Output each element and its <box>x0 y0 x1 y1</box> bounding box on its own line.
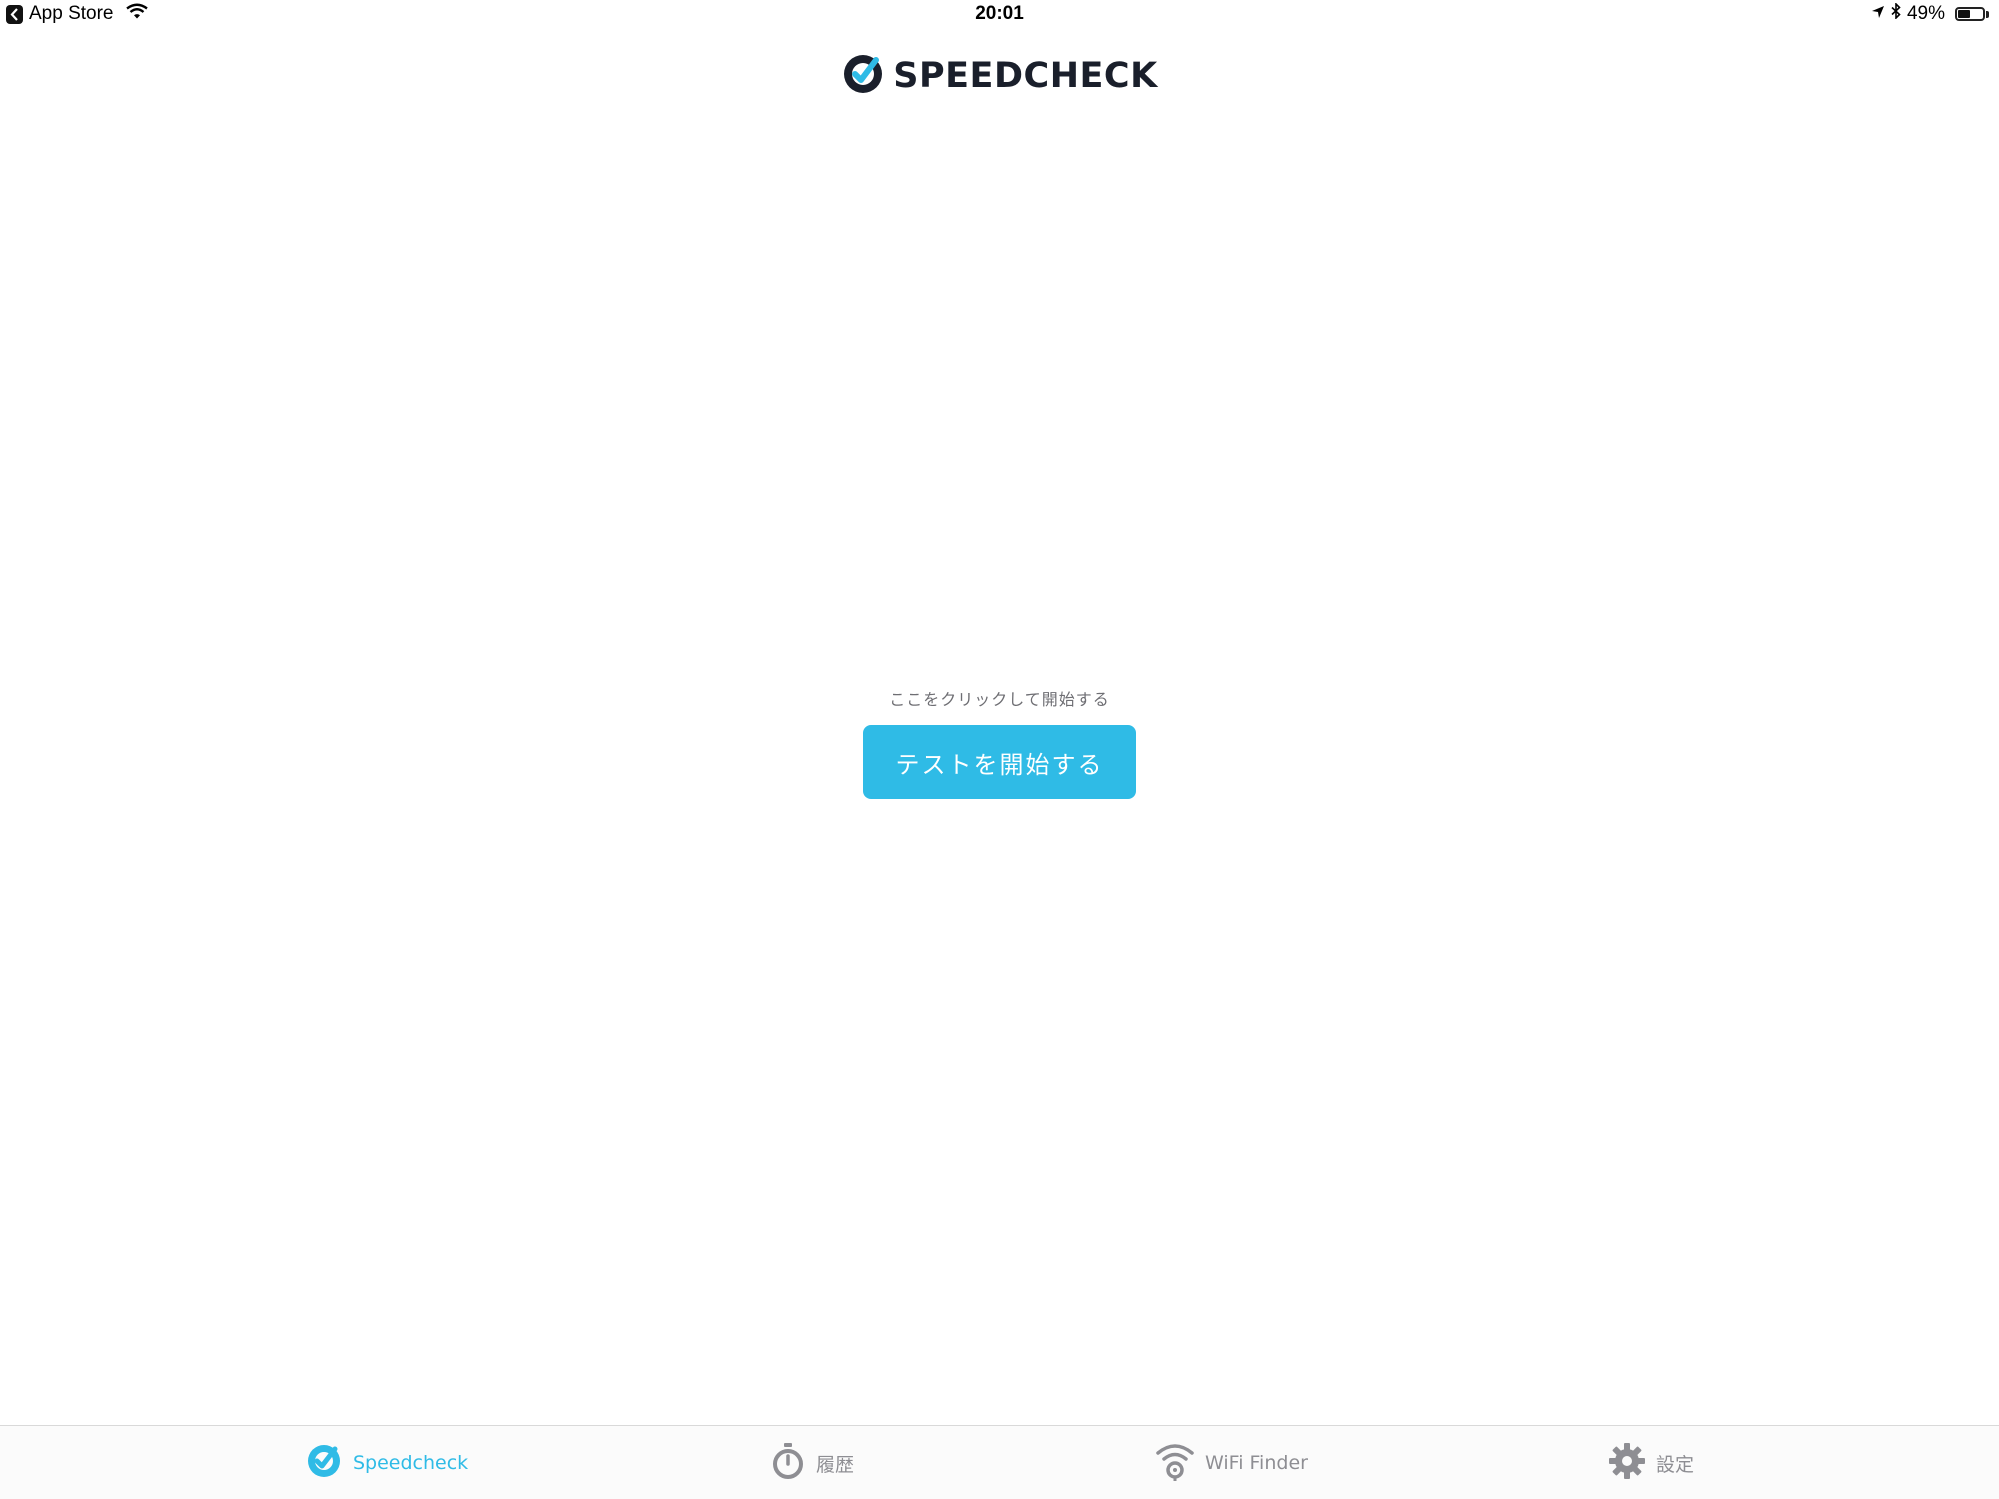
clock: 20:01 <box>975 3 1024 24</box>
tab-label: WiFi Finder <box>1205 1452 1308 1474</box>
tab-label: 設定 <box>1656 1453 1695 1476</box>
gear-icon <box>1608 1442 1646 1484</box>
location-arrow-icon <box>1871 3 1885 25</box>
logo-text: SPEEDCHECK <box>893 56 1158 96</box>
speedcheck-icon <box>305 1442 343 1484</box>
start-hint: ここをクリックして開始する <box>889 690 1110 709</box>
stopwatch-icon <box>770 1442 806 1484</box>
tab-speedcheck[interactable]: Speedcheck <box>305 1442 468 1484</box>
tab-wifi-finder[interactable]: WiFi Finder <box>1155 1442 1308 1484</box>
tab-settings[interactable]: 設定 <box>1608 1442 1694 1484</box>
wifi-finder-icon <box>1155 1441 1195 1485</box>
battery-icon <box>1951 7 1989 21</box>
bluetooth-icon <box>1891 2 1901 25</box>
tab-label: Speedcheck <box>353 1452 469 1474</box>
status-bar: App Store 20:01 49% <box>0 0 1999 32</box>
start-test-button[interactable]: テストを開始する <box>863 725 1136 799</box>
tab-label: 履歴 <box>816 1453 855 1476</box>
speedcheck-logo-icon <box>841 52 885 100</box>
tab-history[interactable]: 履歴 <box>770 1442 854 1484</box>
status-indicators: 49% <box>1865 2 1989 25</box>
app-logo: SPEEDCHECK <box>0 52 1999 100</box>
tab-bar: Speedcheck 履歴 WiFi Finder 設定 <box>0 1425 1999 1499</box>
battery-percent: 49% <box>1906 3 1945 24</box>
speedcheck-screen: App Store 20:01 49% SPEEDCHECK ここをクリックして… <box>0 0 1999 1499</box>
